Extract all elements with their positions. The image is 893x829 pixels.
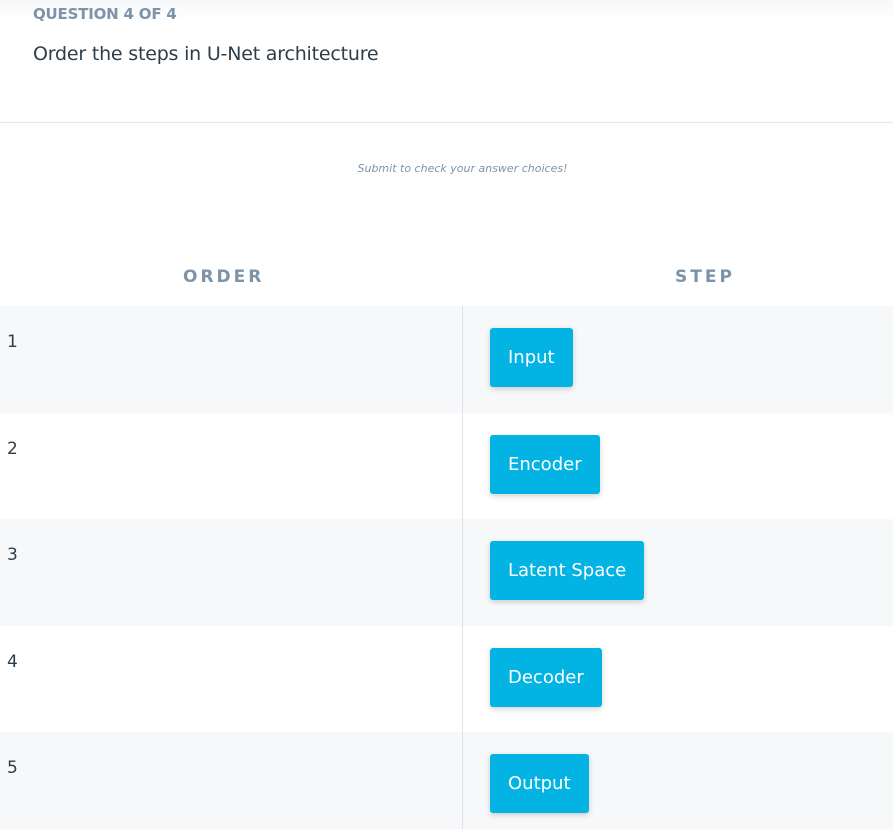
question-header: QUESTION 4 OF 4 Order the steps in U-Net… xyxy=(0,0,893,123)
submit-hint: Submit to check your answer choices! xyxy=(357,162,568,175)
table-row: 4 Decoder xyxy=(0,626,893,733)
order-number: 1 xyxy=(7,332,18,352)
order-number: 2 xyxy=(7,438,18,459)
step-decoder-button[interactable]: Decoder xyxy=(490,647,602,707)
table-row: 1 Input xyxy=(0,306,893,413)
order-number: 5 xyxy=(7,758,18,778)
table-row: 5 Output xyxy=(0,732,893,829)
step-output-button[interactable]: Output xyxy=(490,754,589,813)
step-latent-space-button[interactable]: Latent Space xyxy=(490,541,645,600)
question-counter: QUESTION 4 OF 4 xyxy=(33,5,177,23)
step-encoder-button[interactable]: Encoder xyxy=(490,434,600,494)
quiz-page: QUESTION 4 OF 4 Order the steps in U-Net… xyxy=(0,0,893,829)
step-input-button[interactable]: Input xyxy=(490,328,573,387)
table-row: 3 Latent Space xyxy=(0,519,893,626)
step-column-header: STEP xyxy=(675,267,735,287)
question-title: Order the steps in U-Net architecture xyxy=(33,43,379,65)
column-divider xyxy=(462,306,463,829)
order-number: 4 xyxy=(7,651,18,672)
ordering-table: 1 Input 2 Encoder 3 Latent Space 4 Decod… xyxy=(0,306,893,829)
order-column-header: ORDER xyxy=(183,267,265,287)
order-number: 3 xyxy=(7,545,18,565)
table-row: 2 Encoder xyxy=(0,413,893,520)
